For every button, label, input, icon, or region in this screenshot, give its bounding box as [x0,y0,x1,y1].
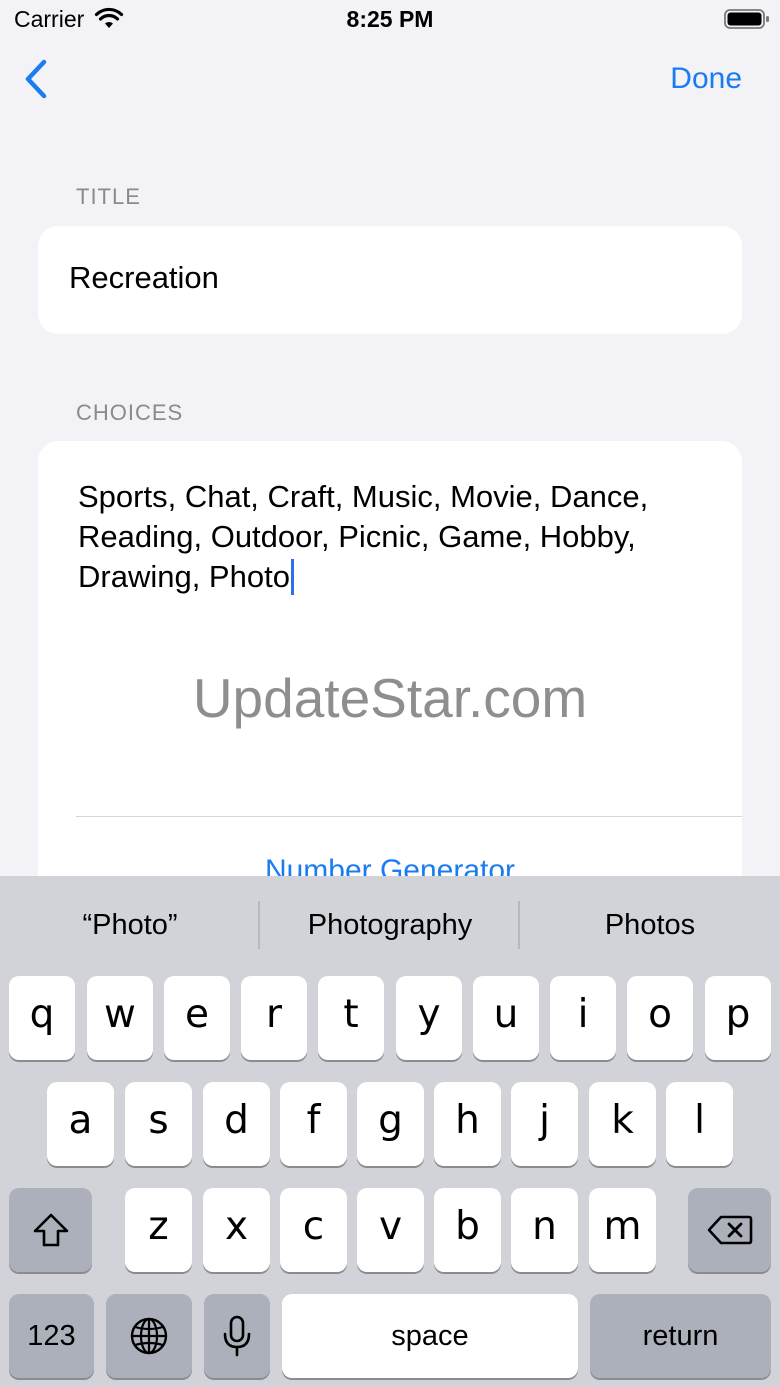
suggestion-1[interactable]: “Photo” [0,876,260,976]
clock: 8:25 PM [346,6,434,32]
title-section-header: TITLE [76,184,141,209]
microphone-icon [223,1315,251,1357]
suggestion-3[interactable]: Photos [520,876,780,976]
key-j[interactable]: j [511,1082,578,1166]
numbers-key[interactable]: 123 [9,1294,94,1378]
delete-key[interactable] [688,1188,771,1272]
choices-card: Sports, Chat, Craft, Music, Movie, Dance… [38,441,742,901]
key-i[interactable]: i [550,976,616,1060]
space-key[interactable]: space [282,1294,578,1378]
key-p[interactable]: p [705,976,771,1060]
divider [76,816,742,817]
backspace-icon [707,1215,752,1245]
globe-key[interactable] [106,1294,192,1378]
key-u[interactable]: u [473,976,539,1060]
chevron-left-icon [25,59,47,99]
key-l[interactable]: l [666,1082,733,1166]
dictation-key[interactable] [204,1294,270,1378]
key-n[interactable]: n [511,1188,578,1272]
text-cursor [290,559,294,595]
key-k[interactable]: k [589,1082,656,1166]
key-h[interactable]: h [434,1082,501,1166]
key-t[interactable]: t [318,976,384,1060]
key-c[interactable]: c [280,1188,347,1272]
battery-icon [724,9,769,29]
shift-icon [33,1213,68,1247]
shift-key[interactable] [9,1188,92,1272]
title-value[interactable]: Recreation [69,260,219,296]
key-v[interactable]: v [357,1188,424,1272]
key-o[interactable]: o [627,976,693,1060]
title-field[interactable]: Recreation [38,226,742,334]
key-e[interactable]: e [164,976,230,1060]
back-button[interactable] [22,58,52,102]
choices-text-area[interactable]: Sports, Chat, Craft, Music, Movie, Dance… [78,477,718,597]
choices-text: Sports, Chat, Craft, Music, Movie, Dance… [78,479,649,594]
key-d[interactable]: d [203,1082,270,1166]
key-a[interactable]: a [47,1082,114,1166]
key-z[interactable]: z [125,1188,192,1272]
key-f[interactable]: f [280,1082,347,1166]
suggestion-2[interactable]: Photography [260,876,520,976]
suggestion-bar: “Photo” Photography Photos [0,876,780,976]
return-key[interactable]: return [590,1294,771,1378]
key-w[interactable]: w [87,976,153,1060]
key-g[interactable]: g [357,1082,424,1166]
key-x[interactable]: x [203,1188,270,1272]
keyboard: “Photo” Photography Photos q w e r t y u… [0,876,780,1387]
key-s[interactable]: s [125,1082,192,1166]
globe-icon [130,1317,168,1355]
watermark: UpdateStar.com [192,667,588,729]
choices-section-header: CHOICES [76,400,184,425]
key-r[interactable]: r [241,976,307,1060]
key-y[interactable]: y [396,976,462,1060]
done-button[interactable]: Done [670,62,742,96]
status-bar: Carrier 8:25 PM [0,0,780,40]
key-q[interactable]: q [9,976,75,1060]
key-m[interactable]: m [589,1188,656,1272]
key-b[interactable]: b [434,1188,501,1272]
